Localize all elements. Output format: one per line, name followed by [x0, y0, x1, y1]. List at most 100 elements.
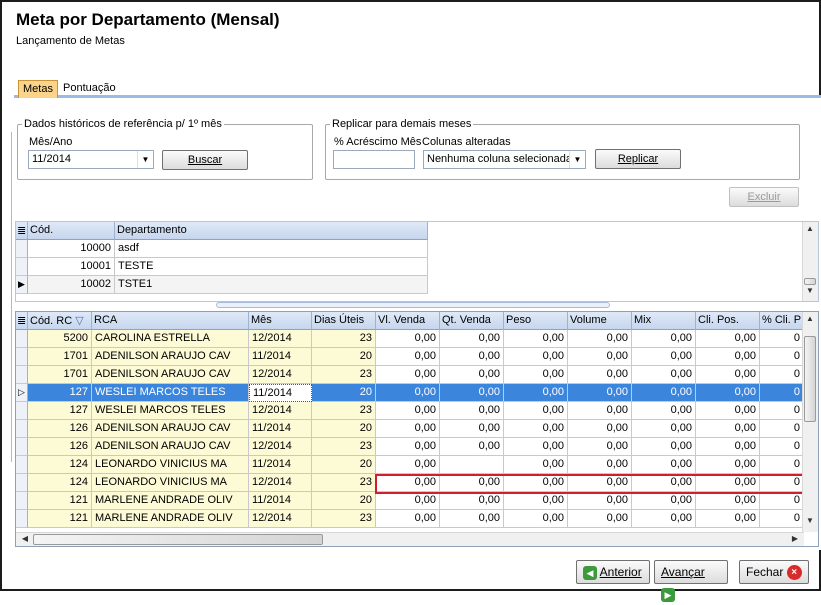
cell-peso[interactable]: 0,00: [504, 474, 568, 492]
col-header-peso[interactable]: Peso: [504, 312, 568, 330]
cell-rca[interactable]: LEONARDO VINICIUS MA: [92, 456, 249, 474]
cell-mes[interactable]: 12/2014: [249, 330, 312, 348]
cell-pct-cli-pos[interactable]: 0: [760, 456, 804, 474]
cell-peso[interactable]: 0,00: [504, 366, 568, 384]
cell-qt-venda[interactable]: 0,00: [440, 438, 504, 456]
col-header-vl-venda[interactable]: Vl. Venda: [376, 312, 440, 330]
cell-dias-uteis[interactable]: 23: [312, 330, 376, 348]
cell-pct-cli-pos[interactable]: 0: [760, 348, 804, 366]
tab-pontuacao[interactable]: Pontuação: [59, 80, 120, 98]
cell-mix[interactable]: 0,00: [632, 510, 696, 528]
cell-volume[interactable]: 0,00: [568, 438, 632, 456]
cell-cli-pos[interactable]: 0,00: [696, 420, 760, 438]
cell-cod-rc[interactable]: 1701: [28, 348, 92, 366]
cell-volume[interactable]: 0,00: [568, 348, 632, 366]
cell-rca[interactable]: MARLENE ANDRADE OLIV: [92, 492, 249, 510]
cell-vl-venda[interactable]: 0,00: [376, 384, 440, 402]
cell-rca[interactable]: LEONARDO VINICIUS MA: [92, 474, 249, 492]
cell-qt-venda[interactable]: 0,00: [440, 510, 504, 528]
cell-cli-pos[interactable]: 0,00: [696, 348, 760, 366]
cell-peso[interactable]: 0,00: [504, 438, 568, 456]
scroll-left-icon[interactable]: ◀: [18, 534, 32, 543]
meta-horizontal-scrollbar[interactable]: ◀ ▶: [16, 532, 804, 546]
cell-peso[interactable]: 0,00: [504, 456, 568, 474]
cell-dias-uteis[interactable]: 20: [312, 492, 376, 510]
cell-volume[interactable]: 0,00: [568, 384, 632, 402]
cell-volume[interactable]: 0,00: [568, 402, 632, 420]
cell-mes[interactable]: 11/2014: [249, 492, 312, 510]
cell-cli-pos[interactable]: 0,00: [696, 330, 760, 348]
cell-cod-rc[interactable]: 121: [28, 492, 92, 510]
scroll-up-icon[interactable]: ▲: [803, 314, 817, 323]
cell-mix[interactable]: 0,00: [632, 438, 696, 456]
anterior-button[interactable]: ◀ Anterior: [576, 560, 650, 584]
dept-cell-cod[interactable]: 10001: [28, 258, 115, 276]
cell-rca[interactable]: WESLEI MARCOS TELES: [92, 384, 249, 402]
scroll-thumb[interactable]: [804, 336, 816, 422]
cell-rca[interactable]: ADENILSON ARAUJO CAV: [92, 348, 249, 366]
cell-cod-rc[interactable]: 127: [28, 384, 92, 402]
cell-qt-venda[interactable]: [440, 456, 504, 474]
cell-cli-pos[interactable]: 0,00: [696, 456, 760, 474]
cell-vl-venda[interactable]: 0,00: [376, 492, 440, 510]
col-header-cod-rc[interactable]: Cód. RC ▽: [28, 312, 92, 330]
dept-cell-cod[interactable]: 10000: [28, 240, 115, 258]
scroll-up-icon[interactable]: ▲: [803, 224, 817, 233]
excluir-button[interactable]: Excluir: [729, 187, 799, 207]
replicar-button[interactable]: Replicar: [595, 149, 681, 169]
cell-dias-uteis[interactable]: 20: [312, 456, 376, 474]
cell-cli-pos[interactable]: 0,00: [696, 384, 760, 402]
cell-qt-venda[interactable]: 0,00: [440, 384, 504, 402]
cell-cli-pos[interactable]: 0,00: [696, 438, 760, 456]
cell-vl-venda[interactable]: 0,00: [376, 330, 440, 348]
cell-cod-rc[interactable]: 126: [28, 438, 92, 456]
buscar-button[interactable]: Buscar: [162, 150, 248, 170]
col-header-cod[interactable]: Cód.: [28, 222, 115, 240]
tab-metas[interactable]: Metas: [18, 80, 58, 98]
scroll-thumb[interactable]: [804, 278, 816, 285]
cell-vl-venda[interactable]: 0,00: [376, 348, 440, 366]
cell-peso[interactable]: 0,00: [504, 492, 568, 510]
cell-mix[interactable]: 0,00: [632, 366, 696, 384]
cell-rca[interactable]: ADENILSON ARAUJO CAV: [92, 438, 249, 456]
cell-cli-pos[interactable]: 0,00: [696, 510, 760, 528]
cell-qt-venda[interactable]: 0,00: [440, 330, 504, 348]
cell-peso[interactable]: 0,00: [504, 420, 568, 438]
cell-mix[interactable]: 0,00: [632, 384, 696, 402]
scroll-down-icon[interactable]: ▼: [803, 516, 817, 525]
cell-pct-cli-pos[interactable]: 0: [760, 474, 804, 492]
cell-mes[interactable]: 12/2014: [249, 510, 312, 528]
cell-volume[interactable]: 0,00: [568, 474, 632, 492]
cell-volume[interactable]: 0,00: [568, 420, 632, 438]
cell-dias-uteis[interactable]: 23: [312, 510, 376, 528]
cell-vl-venda[interactable]: 0,00: [376, 366, 440, 384]
cell-mes[interactable]: 12/2014: [249, 474, 312, 492]
cell-rca[interactable]: ADENILSON ARAUJO CAV: [92, 420, 249, 438]
cell-mes[interactable]: 11/2014: [249, 348, 312, 366]
cell-volume[interactable]: 0,00: [568, 510, 632, 528]
cell-mix[interactable]: 0,00: [632, 402, 696, 420]
cell-vl-venda[interactable]: 0,00: [376, 438, 440, 456]
cell-mix[interactable]: 0,00: [632, 330, 696, 348]
cell-volume[interactable]: 0,00: [568, 330, 632, 348]
cell-mix[interactable]: 0,00: [632, 492, 696, 510]
cell-cod-rc[interactable]: 127: [28, 402, 92, 420]
cell-dias-uteis[interactable]: 20: [312, 348, 376, 366]
cell-pct-cli-pos[interactable]: 0: [760, 402, 804, 420]
cell-dias-uteis[interactable]: 20: [312, 384, 376, 402]
cell-rca[interactable]: ADENILSON ARAUJO CAV: [92, 366, 249, 384]
col-header-volume[interactable]: Volume: [568, 312, 632, 330]
scroll-down-icon[interactable]: ▼: [803, 286, 817, 295]
cell-qt-venda[interactable]: 0,00: [440, 474, 504, 492]
mes-ano-select[interactable]: 11/2014 ▼: [28, 150, 154, 169]
cell-qt-venda[interactable]: 0,00: [440, 402, 504, 420]
cell-cod-rc[interactable]: 126: [28, 420, 92, 438]
cell-peso[interactable]: 0,00: [504, 348, 568, 366]
avancar-button[interactable]: Avançar ▶: [654, 560, 728, 602]
grid-menu-icon[interactable]: ≣: [16, 312, 28, 330]
col-header-cli-pos[interactable]: Cli. Pos.: [696, 312, 760, 330]
grid-splitter[interactable]: [216, 302, 610, 308]
left-splitter[interactable]: [2, 132, 12, 462]
cell-pct-cli-pos[interactable]: 0: [760, 384, 804, 402]
dept-vertical-scrollbar[interactable]: ▲ ▼: [802, 222, 818, 301]
